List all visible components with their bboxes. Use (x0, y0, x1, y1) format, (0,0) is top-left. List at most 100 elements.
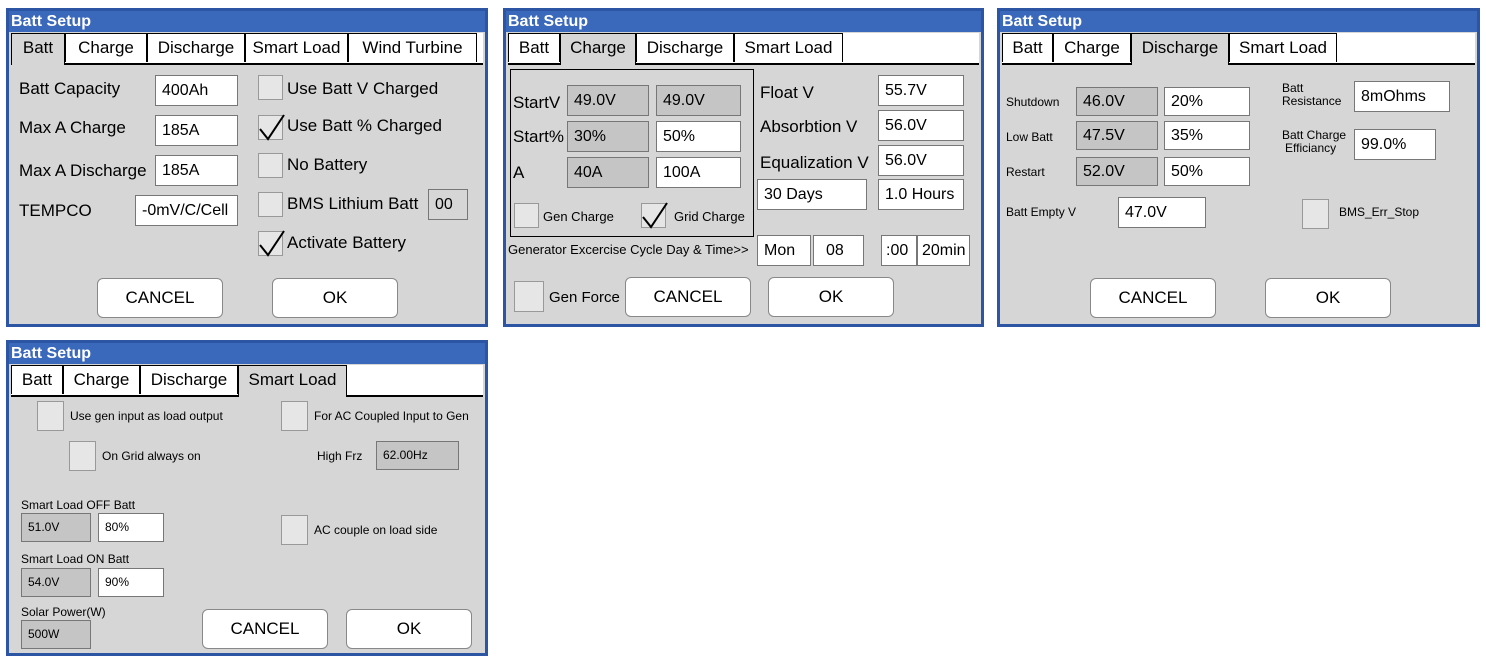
ok-button[interactable]: OK (272, 278, 398, 318)
startv-field-2[interactable]: 49.0V (656, 85, 741, 116)
batt-resistance-label-2: Resistance (1282, 94, 1342, 108)
equalization-v-label: Equalization V (760, 153, 869, 172)
smart-load-on-label: Smart Load ON Batt (21, 552, 130, 566)
batt-charge-efficiency-label-1: Batt Charge (1282, 128, 1347, 142)
window-title: Batt Setup (9, 11, 485, 32)
gen-force-label: Gen Force (549, 289, 620, 306)
batt-empty-v-field[interactable]: 47.0V (1118, 197, 1206, 228)
tab-discharge[interactable]: Discharge (140, 365, 238, 394)
use-gen-input-checkbox[interactable] (37, 401, 64, 431)
absorbtion-v-field[interactable]: 56.0V (878, 110, 964, 141)
batt-capacity-label: Batt Capacity (19, 79, 121, 98)
smart-load-off-v-field[interactable]: 51.0V (21, 513, 91, 542)
smart-load-off-pct-field[interactable]: 80% (98, 513, 164, 542)
smart-load-on-v-field[interactable]: 54.0V (21, 568, 91, 597)
equalization-days-field[interactable]: 30 Days (757, 179, 867, 210)
tab-smart-load[interactable]: Smart Load (238, 365, 347, 397)
tab-smart-load[interactable]: Smart Load (1229, 33, 1337, 62)
ok-button[interactable]: OK (768, 277, 894, 317)
window-title: Batt Setup (9, 343, 485, 364)
solar-power-field[interactable]: 500W (21, 620, 91, 649)
no-battery-label: No Battery (287, 155, 368, 174)
a-field-1[interactable]: 40A (567, 157, 649, 188)
gen-charge-label: Gen Charge (543, 209, 614, 224)
tab-bar: Batt Charge Discharge Smart Load (11, 365, 483, 397)
startpct-field-1[interactable]: 30% (567, 121, 649, 152)
checkmark-icon (642, 202, 668, 229)
on-grid-always-on-checkbox[interactable] (69, 441, 96, 471)
tab-smart-load[interactable]: Smart Load (734, 33, 843, 62)
low-batt-pct-field[interactable]: 35% (1164, 121, 1250, 150)
batt-setup-window-batt: Batt Setup Batt Charge Discharge Smart L… (6, 8, 488, 327)
tab-discharge[interactable]: Discharge (636, 33, 734, 62)
startpct-field-2[interactable]: 50% (656, 121, 741, 152)
restart-pct-field[interactable]: 50% (1164, 157, 1250, 186)
use-batt-pct-charged-label: Use Batt % Charged (287, 116, 442, 135)
ac-couple-load-side-label: AC couple on load side (314, 523, 438, 537)
restart-v-field[interactable]: 52.0V (1076, 157, 1158, 186)
cancel-button[interactable]: CANCEL (97, 278, 223, 318)
tab-charge[interactable]: Charge (560, 33, 636, 65)
bms-code-field[interactable]: 00 (428, 189, 468, 220)
batt-empty-v-label: Batt Empty V (1006, 205, 1077, 219)
ok-button[interactable]: OK (346, 609, 472, 649)
gen-hour-field[interactable]: 08 (813, 235, 864, 266)
tab-wind-turbine[interactable]: Wind Turbine (348, 33, 477, 62)
batt-setup-window-charge: Batt Setup Batt Charge Discharge Smart L… (503, 8, 984, 327)
tab-batt[interactable]: Batt (508, 33, 560, 62)
float-v-label: Float V (760, 83, 814, 102)
gen-min-field[interactable]: :00 (881, 235, 917, 266)
tab-discharge[interactable]: Discharge (1131, 33, 1229, 65)
bms-lithium-batt-checkbox[interactable] (258, 192, 283, 217)
use-batt-pct-charged-checkbox[interactable] (258, 114, 285, 141)
gen-force-checkbox[interactable] (514, 281, 544, 312)
window-title: Batt Setup (1000, 11, 1477, 32)
max-a-discharge-field[interactable]: 185A (155, 155, 238, 186)
gen-charge-checkbox[interactable] (514, 203, 539, 228)
activate-battery-checkbox[interactable] (258, 230, 285, 257)
tab-discharge[interactable]: Discharge (147, 33, 245, 62)
tab-charge[interactable]: Charge (65, 33, 147, 62)
ac-coupled-input-label: For AC Coupled Input to Gen (314, 409, 469, 423)
ok-button[interactable]: OK (1265, 278, 1391, 318)
low-batt-v-field[interactable]: 47.5V (1076, 121, 1158, 150)
ac-coupled-input-checkbox[interactable] (281, 401, 308, 431)
gen-duration-field[interactable]: 20min (917, 235, 970, 266)
low-batt-label: Low Batt (1006, 130, 1053, 144)
cancel-button[interactable]: CANCEL (202, 609, 328, 649)
tab-charge[interactable]: Charge (1053, 33, 1131, 62)
tempco-field[interactable]: -0mV/C/Cell (135, 195, 238, 226)
startv-field-1[interactable]: 49.0V (567, 85, 649, 116)
shutdown-pct-field[interactable]: 20% (1164, 87, 1250, 116)
shutdown-v-field[interactable]: 46.0V (1076, 87, 1158, 116)
tab-bar: Batt Charge Discharge Smart Load (1002, 33, 1475, 65)
a-field-2[interactable]: 100A (656, 157, 741, 188)
ac-couple-load-side-checkbox[interactable] (281, 515, 308, 545)
gen-day-field[interactable]: Mon (757, 235, 811, 266)
cancel-button[interactable]: CANCEL (625, 277, 751, 317)
tab-batt[interactable]: Batt (1002, 33, 1053, 62)
tab-charge[interactable]: Charge (63, 365, 140, 394)
no-battery-checkbox[interactable] (258, 153, 283, 178)
equalization-hours-field[interactable]: 1.0 Hours (878, 179, 964, 210)
tab-smart-load[interactable]: Smart Load (245, 33, 348, 62)
startpct-label: Start% (513, 127, 565, 146)
use-batt-v-charged-checkbox[interactable] (258, 75, 283, 100)
tab-batt[interactable]: Batt (11, 33, 65, 65)
tab-batt[interactable]: Batt (11, 365, 63, 394)
cancel-button[interactable]: CANCEL (1090, 278, 1216, 318)
batt-charge-efficiency-label-2: Efficiancy (1285, 141, 1337, 155)
max-a-charge-field[interactable]: 185A (155, 115, 238, 146)
batt-capacity-field[interactable]: 400Ah (155, 75, 238, 106)
high-frz-field[interactable]: 62.00Hz (376, 441, 459, 470)
bms-err-stop-checkbox[interactable] (1302, 199, 1329, 229)
equalization-v-field[interactable]: 56.0V (878, 145, 964, 176)
max-a-discharge-label: Max A Discharge (19, 161, 147, 180)
float-v-field[interactable]: 55.7V (878, 75, 964, 106)
grid-charge-checkbox[interactable] (641, 202, 668, 229)
batt-resistance-field[interactable]: 8mOhms (1354, 81, 1450, 112)
checkmark-icon (259, 114, 285, 141)
batt-charge-efficiency-field[interactable]: 99.0% (1354, 129, 1436, 160)
bms-lithium-batt-label: BMS Lithium Batt (287, 194, 419, 213)
smart-load-on-pct-field[interactable]: 90% (98, 568, 164, 597)
